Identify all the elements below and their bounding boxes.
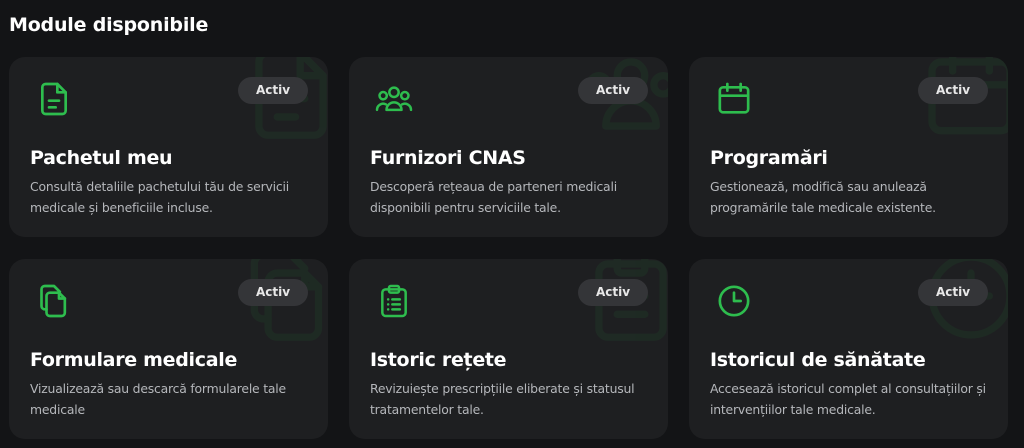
- card-title: Programări: [710, 147, 828, 169]
- status-badge: Activ: [918, 77, 988, 104]
- card-title: Istoric rețete: [370, 349, 507, 371]
- card-title: Istoricul de sănătate: [710, 349, 926, 371]
- clock-icon: [714, 281, 754, 321]
- status-badge: Activ: [918, 279, 988, 306]
- calendar-icon: [714, 79, 754, 119]
- clipboard-list-icon: [374, 281, 414, 321]
- card-title: Furnizori CNAS: [370, 147, 526, 169]
- status-badge: Activ: [238, 279, 308, 306]
- document-icon: [34, 79, 74, 119]
- module-card-pachetul-meu[interactable]: Activ Pachetul meu Consultă detaliile pa…: [9, 57, 328, 237]
- section-title: Module disponibile: [9, 14, 209, 36]
- module-card-programari[interactable]: Activ Programări Gestionează, modifică s…: [689, 57, 1008, 237]
- module-card-formulare-medicale[interactable]: Activ Formulare medicale Vizualizează sa…: [9, 259, 328, 439]
- card-title: Pachetul meu: [30, 147, 173, 169]
- card-description: Gestionează, modifică sau anulează progr…: [710, 179, 936, 215]
- module-card-furnizori-cnas[interactable]: Activ Furnizori CNAS Descoperă rețeaua d…: [349, 57, 668, 237]
- module-card-istoric-retete[interactable]: Activ Istoric rețete Revizuiește prescri…: [349, 259, 668, 439]
- module-card-istoricul-de-sanatate[interactable]: Activ Istoricul de sănătate Accesează is…: [689, 259, 1008, 439]
- files-copy-icon: [34, 281, 74, 321]
- card-description: Descoperă rețeaua de parteneri medicali …: [370, 179, 617, 215]
- status-badge: Activ: [238, 77, 308, 104]
- status-badge: Activ: [578, 279, 648, 306]
- card-title: Formulare medicale: [30, 349, 238, 371]
- card-description: Revizuiește prescripțiile eliberate și s…: [370, 381, 635, 417]
- card-description: Accesează istoricul complet al consultaț…: [710, 381, 986, 417]
- status-badge: Activ: [578, 77, 648, 104]
- card-description: Vizualizează sau descarcă formularele ta…: [30, 381, 286, 417]
- modules-page: Module disponibile Activ Pachetul meu Co…: [0, 0, 1024, 448]
- card-description: Consultă detaliile pachetului tău de ser…: [30, 179, 289, 215]
- people-group-icon: [374, 79, 414, 119]
- modules-grid: Activ Pachetul meu Consultă detaliile pa…: [9, 57, 1008, 439]
